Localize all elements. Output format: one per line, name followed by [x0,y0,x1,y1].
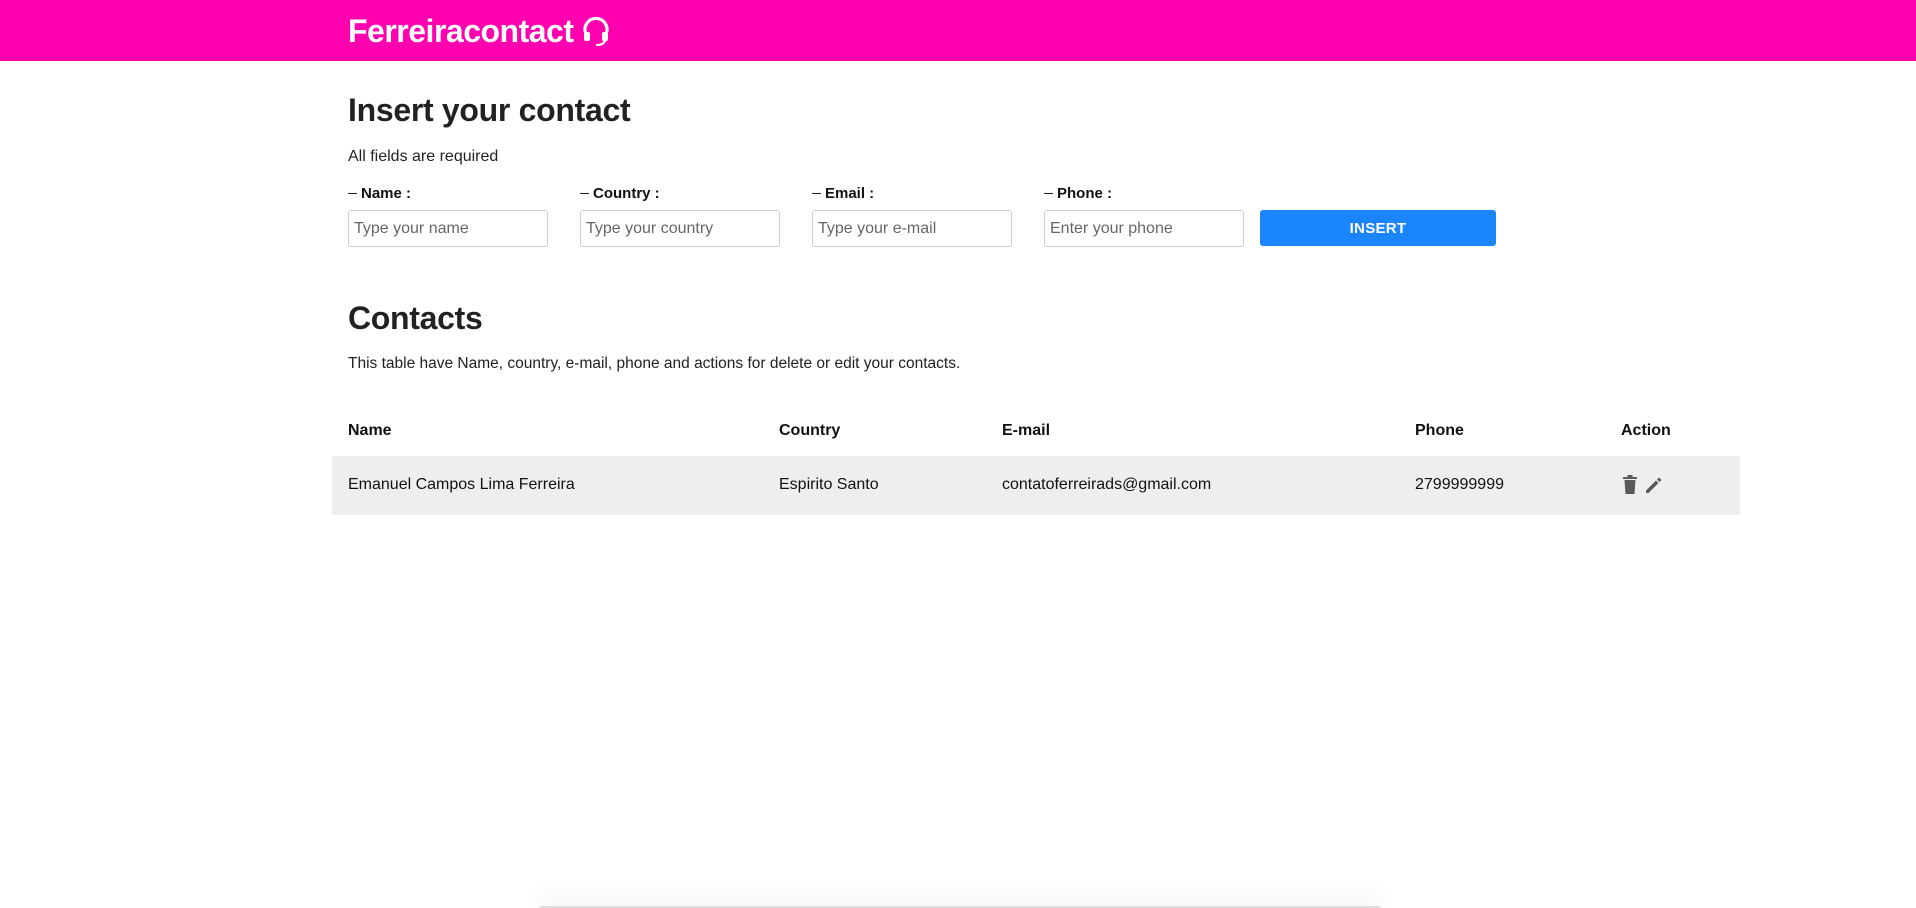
contacts-section-description: This table have Name, country, e-mail, p… [348,355,961,372]
dash-icon [580,192,589,194]
brand-logo[interactable]: Ferreiracontact [348,12,611,50]
email-field-group: Email : [812,183,1012,247]
column-header-action: Action [1621,422,1671,439]
delete-icon[interactable] [1622,475,1638,495]
edit-icon[interactable] [1644,475,1664,495]
contacts-section-title: Contacts [348,300,483,336]
top-navbar: Ferreiracontact [0,0,1916,61]
contact-actions [1622,475,1664,495]
table-row[interactable]: Emanuel Campos Lima Ferreira Espirito Sa… [332,456,1740,515]
insert-button[interactable]: INSERT [1260,210,1496,246]
email-input[interactable] [812,210,1012,247]
phone-input[interactable] [1044,210,1244,247]
contact-email: contatoferreirads@gmail.com [1002,476,1212,493]
email-field-label: Email : [812,183,1012,203]
name-input[interactable] [348,210,548,247]
country-input[interactable] [580,210,780,247]
dash-icon [1044,192,1053,194]
phone-field-group: Phone : [1044,183,1244,247]
country-field-label: Country : [580,183,780,203]
contact-name: Emanuel Campos Lima Ferreira [348,476,575,493]
country-field-group: Country : [580,183,780,247]
brand-name: Ferreiracontact [348,13,574,49]
name-field-group: Name : [348,183,548,247]
dash-icon [348,192,357,194]
insert-section-subtitle: All fields are required [348,148,499,165]
headset-icon [583,16,610,46]
contact-country: Espirito Santo [779,476,879,493]
column-header-phone[interactable]: Phone [1415,422,1464,440]
phone-field-label: Phone : [1044,183,1244,203]
country-label-text: Country : [593,184,660,202]
email-label-text: Email : [825,184,875,202]
name-field-label: Name : [348,183,548,203]
contact-phone: 2799999999 [1415,476,1504,493]
phone-label-text: Phone : [1057,184,1112,202]
column-header-name[interactable]: Name [348,422,392,440]
column-header-email[interactable]: E-mail [1002,422,1050,440]
table-header: Name Country E-mail Phone Action [332,411,1740,456]
insert-section-title: Insert your contact [348,92,631,128]
name-label-text: Name : [361,184,412,202]
dash-icon [812,192,821,194]
contacts-table: Name Country E-mail Phone Action Emanuel… [332,411,1740,515]
column-header-country[interactable]: Country [779,422,840,440]
